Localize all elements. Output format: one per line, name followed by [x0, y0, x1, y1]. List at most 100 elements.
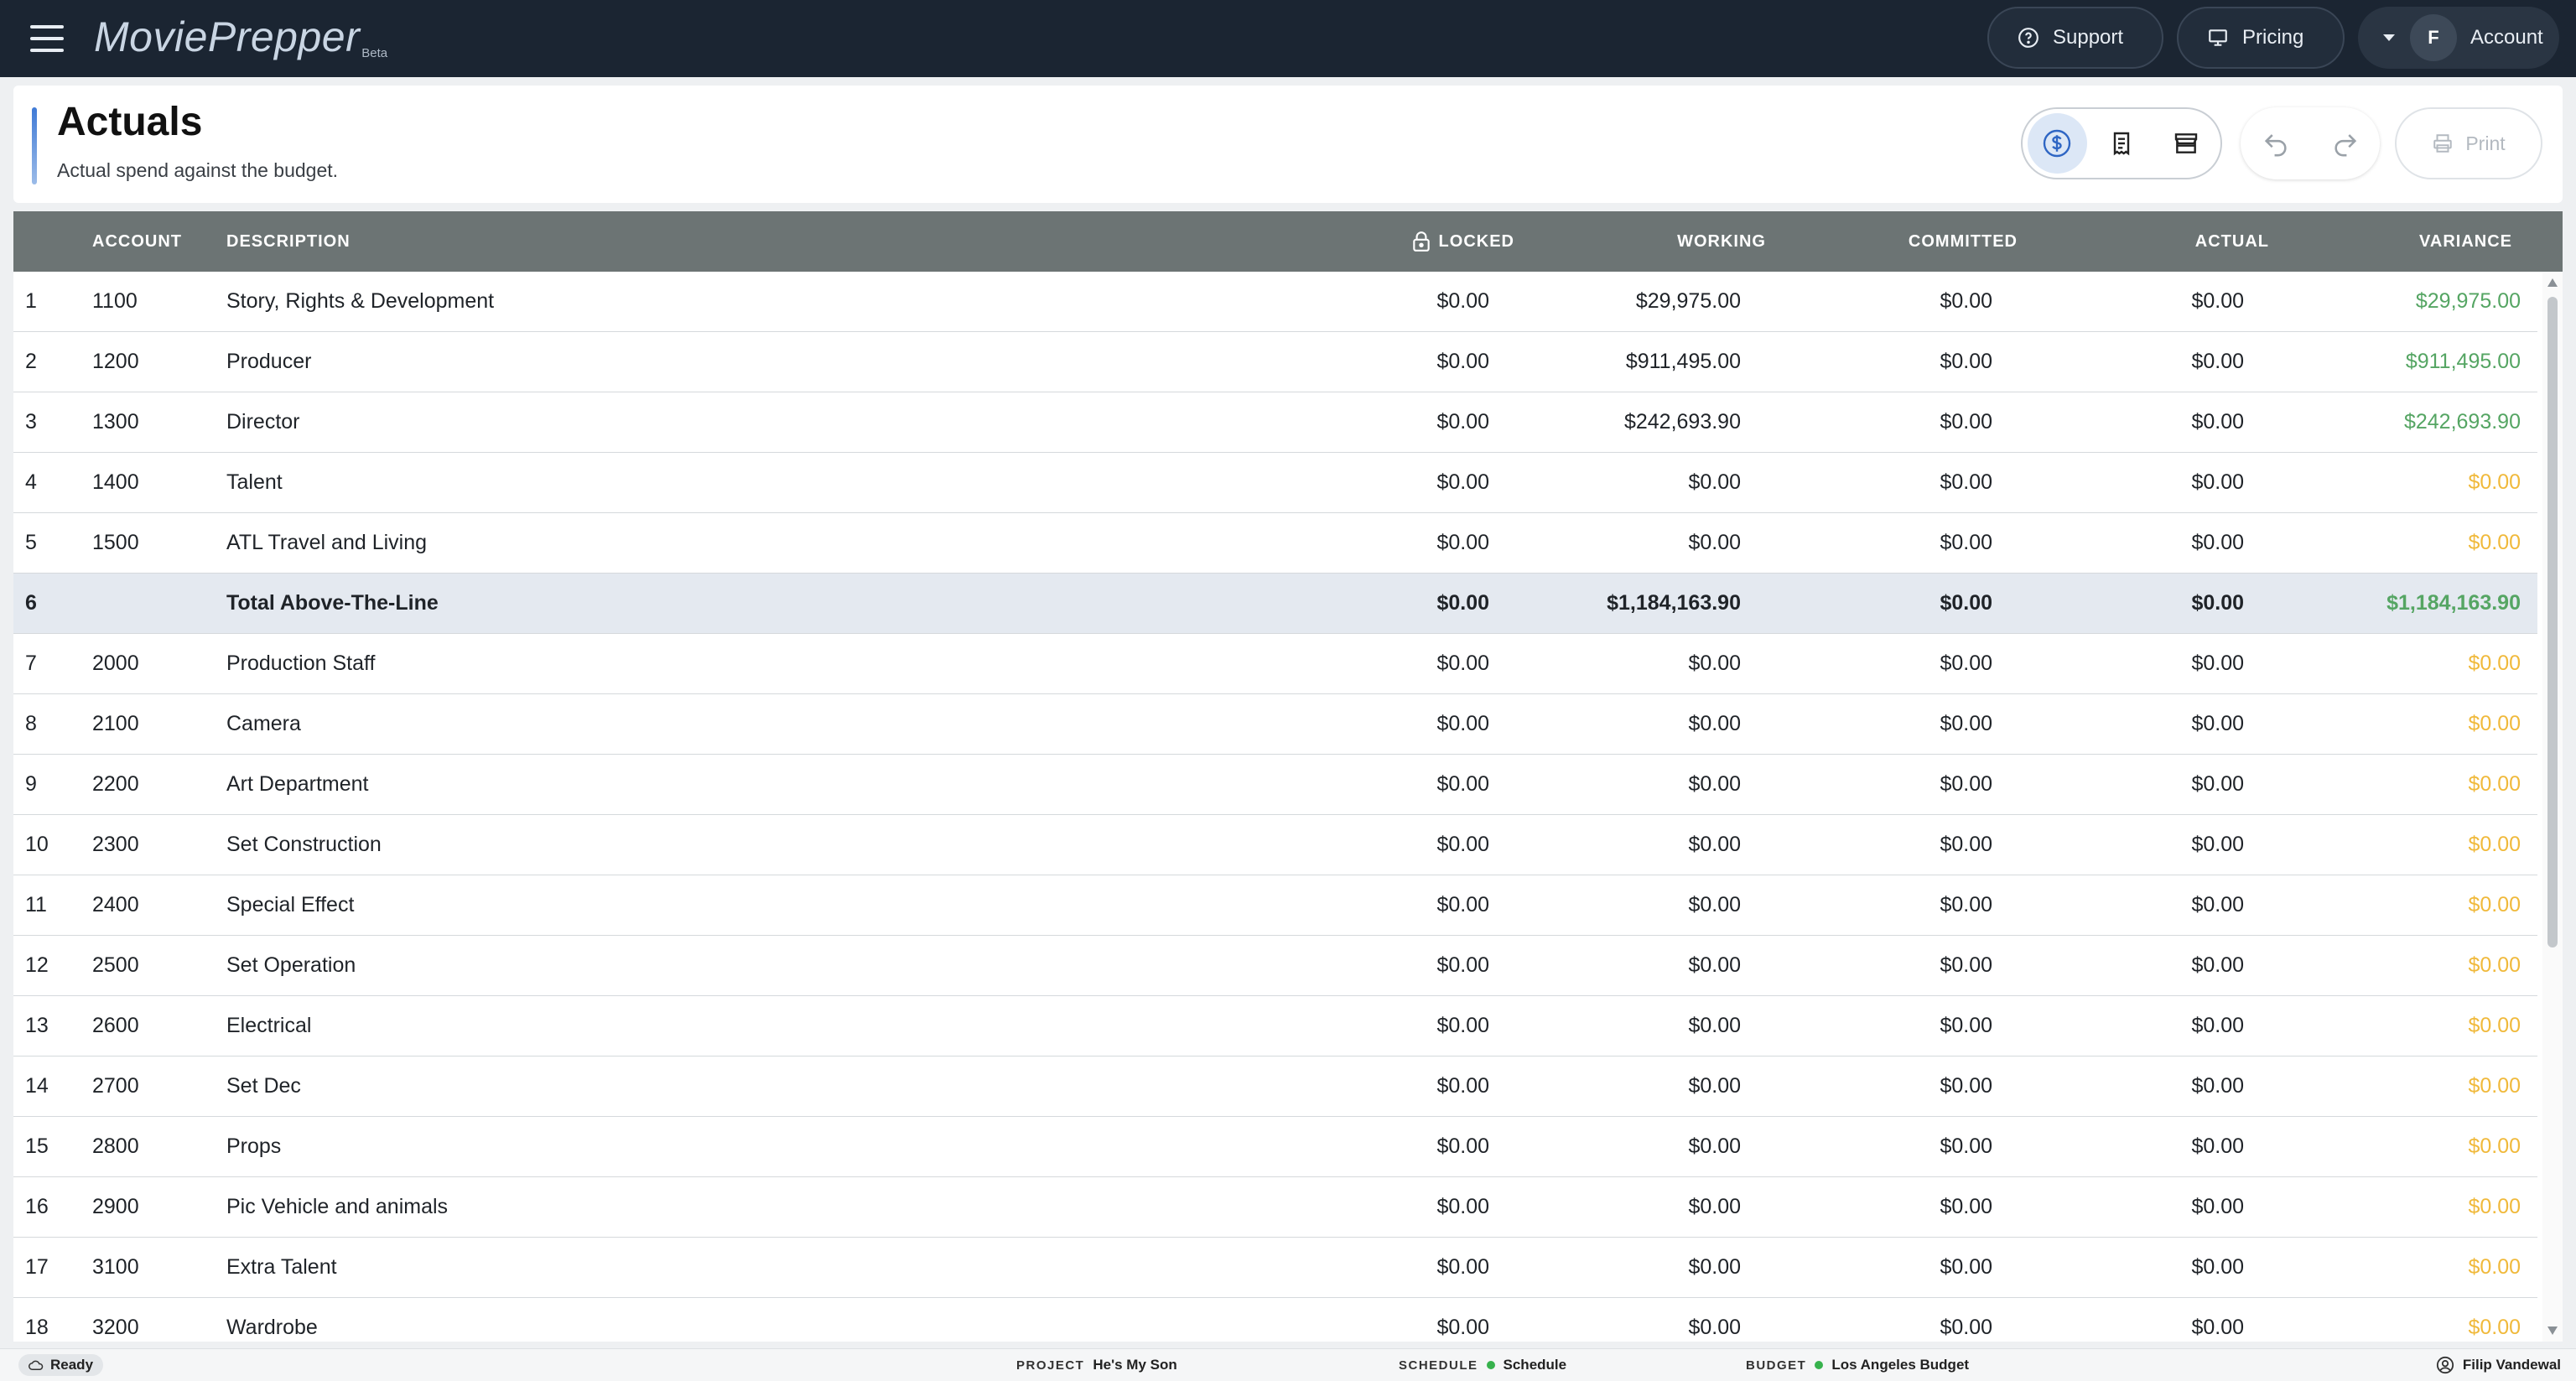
actual-cell[interactable]: $0.00 — [2191, 875, 2244, 935]
working-cell[interactable]: $0.00 — [1688, 875, 1741, 935]
committed-cell[interactable]: $0.00 — [1940, 815, 1992, 875]
undo-icon[interactable] — [2262, 129, 2290, 158]
working-cell[interactable]: $0.00 — [1688, 936, 1741, 995]
working-cell[interactable]: $0.00 — [1688, 1177, 1741, 1237]
variance-cell[interactable]: $911,495.00 — [2406, 332, 2521, 392]
row-number[interactable]: 9 — [25, 755, 37, 814]
column-header-committed[interactable]: COMMITTED — [1909, 211, 2018, 272]
variance-cell[interactable]: $0.00 — [2468, 1177, 2521, 1237]
locked-cell[interactable]: $0.00 — [1436, 332, 1489, 392]
committed-cell[interactable]: $0.00 — [1940, 1057, 1992, 1116]
row-number[interactable]: 5 — [25, 513, 37, 573]
variance-cell[interactable]: $0.00 — [2468, 1057, 2521, 1116]
locked-cell[interactable]: $0.00 — [1436, 815, 1489, 875]
account-cell[interactable]: 2500 — [92, 936, 139, 995]
locked-cell[interactable]: $0.00 — [1436, 1298, 1489, 1342]
variance-cell[interactable]: $29,975.00 — [2416, 272, 2521, 331]
menu-icon[interactable] — [30, 25, 64, 52]
locked-cell[interactable]: $0.00 — [1436, 996, 1489, 1056]
row-number[interactable]: 17 — [25, 1238, 49, 1297]
committed-cell[interactable]: $0.00 — [1940, 272, 1992, 331]
locked-cell[interactable]: $0.00 — [1436, 634, 1489, 693]
status-project[interactable]: PROJECT He's My Son — [1016, 1349, 1177, 1381]
variance-cell[interactable]: $0.00 — [2468, 1238, 2521, 1297]
committed-cell[interactable]: $0.00 — [1940, 1177, 1992, 1237]
pricing-button[interactable]: Pricing — [2177, 7, 2345, 69]
description-cell[interactable]: Total Above-The-Line — [226, 574, 439, 633]
table-row[interactable]: 3 1300 Director $0.00 $242,693.90 $0.00 $0.00 $… — [13, 392, 2537, 453]
variance-cell[interactable]: $0.00 — [2468, 936, 2521, 995]
committed-cell[interactable]: $0.00 — [1940, 634, 1992, 693]
app-logo[interactable]: MoviePrepper Beta — [94, 12, 387, 62]
actual-cell[interactable]: $0.00 — [2191, 936, 2244, 995]
working-cell[interactable]: $0.00 — [1688, 815, 1741, 875]
account-cell[interactable]: 2200 — [92, 755, 139, 814]
committed-cell[interactable]: $0.00 — [1940, 875, 1992, 935]
actual-cell[interactable]: $0.00 — [2191, 453, 2244, 512]
account-cell[interactable]: 3200 — [92, 1298, 139, 1342]
row-number[interactable]: 14 — [25, 1057, 49, 1116]
support-button[interactable]: Support — [1987, 7, 2163, 69]
actual-cell[interactable]: $0.00 — [2191, 815, 2244, 875]
scroll-up-arrow-icon[interactable] — [2547, 278, 2558, 287]
account-menu-button[interactable]: F Account — [2358, 7, 2559, 69]
working-cell[interactable]: $0.00 — [1688, 1298, 1741, 1342]
table-row[interactable]: 4 1400 Talent $0.00 $0.00 $0.00 $0.00 $0.00 — [13, 453, 2537, 513]
description-cell[interactable]: Extra Talent — [226, 1238, 337, 1297]
description-cell[interactable]: Director — [226, 392, 300, 452]
variance-cell[interactable]: $0.00 — [2468, 1298, 2521, 1342]
variance-cell[interactable]: $0.00 — [2468, 694, 2521, 754]
table-row[interactable]: 18 3200 Wardrobe $0.00 $0.00 $0.00 $0.00 $0.00 — [13, 1298, 2537, 1342]
column-header-working[interactable]: WORKING — [1677, 211, 1766, 272]
working-cell[interactable]: $0.00 — [1688, 1117, 1741, 1176]
account-cell[interactable]: 1300 — [92, 392, 139, 452]
row-number[interactable]: 18 — [25, 1298, 49, 1342]
actual-cell[interactable]: $0.00 — [2191, 513, 2244, 573]
row-number[interactable]: 13 — [25, 996, 49, 1056]
receipt-view-toggle[interactable] — [2092, 113, 2152, 174]
description-cell[interactable]: Special Effect — [226, 875, 354, 935]
column-header-account[interactable]: ACCOUNT — [92, 211, 182, 272]
locked-cell[interactable]: $0.00 — [1436, 272, 1489, 331]
table-row[interactable]: 17 3100 Extra Talent $0.00 $0.00 $0.00 $0.00 $0… — [13, 1238, 2537, 1298]
actual-cell[interactable]: $0.00 — [2191, 574, 2244, 633]
account-cell[interactable]: 3100 — [92, 1238, 139, 1297]
actual-cell[interactable]: $0.00 — [2191, 392, 2244, 452]
description-cell[interactable]: Art Department — [226, 755, 369, 814]
dollar-view-toggle[interactable] — [2028, 113, 2087, 174]
committed-cell[interactable]: $0.00 — [1940, 1298, 1992, 1342]
variance-cell[interactable]: $0.00 — [2468, 755, 2521, 814]
locked-cell[interactable]: $0.00 — [1436, 755, 1489, 814]
working-cell[interactable]: $911,495.00 — [1626, 332, 1741, 392]
status-user[interactable]: Filip Vandewal — [2436, 1349, 2561, 1381]
description-cell[interactable]: Wardrobe — [226, 1298, 318, 1342]
table-row[interactable]: 10 2300 Set Construction $0.00 $0.00 $0.00 $0.… — [13, 815, 2537, 875]
variance-cell[interactable]: $242,693.90 — [2404, 392, 2521, 452]
description-cell[interactable]: Set Dec — [226, 1057, 301, 1116]
locked-cell[interactable]: $0.00 — [1436, 574, 1489, 633]
table-row[interactable]: 13 2600 Electrical $0.00 $0.00 $0.00 $0.00 $0.0… — [13, 996, 2537, 1057]
description-cell[interactable]: Story, Rights & Development — [226, 272, 494, 331]
committed-cell[interactable]: $0.00 — [1940, 996, 1992, 1056]
committed-cell[interactable]: $0.00 — [1940, 936, 1992, 995]
working-cell[interactable]: $0.00 — [1688, 513, 1741, 573]
account-cell[interactable]: 2600 — [92, 996, 139, 1056]
variance-cell[interactable]: $0.00 — [2468, 875, 2521, 935]
committed-cell[interactable]: $0.00 — [1940, 1117, 1992, 1176]
table-row[interactable]: 14 2700 Set Dec $0.00 $0.00 $0.00 $0.00 $0.00 — [13, 1057, 2537, 1117]
store-view-toggle[interactable] — [2156, 113, 2215, 174]
working-cell[interactable]: $1,184,163.90 — [1607, 574, 1741, 633]
description-cell[interactable]: ATL Travel and Living — [226, 513, 427, 573]
account-cell[interactable]: 2300 — [92, 815, 139, 875]
status-budget[interactable]: BUDGET Los Angeles Budget — [1746, 1349, 1969, 1381]
description-cell[interactable]: Set Operation — [226, 936, 356, 995]
locked-cell[interactable]: $0.00 — [1436, 1117, 1489, 1176]
variance-cell[interactable]: $0.00 — [2468, 1117, 2521, 1176]
working-cell[interactable]: $0.00 — [1688, 1238, 1741, 1297]
locked-cell[interactable]: $0.00 — [1436, 875, 1489, 935]
account-cell[interactable]: 1500 — [92, 513, 139, 573]
row-number[interactable]: 7 — [25, 634, 37, 693]
row-number[interactable]: 6 — [25, 574, 37, 633]
committed-cell[interactable]: $0.00 — [1940, 453, 1992, 512]
table-row[interactable]: 16 2900 Pic Vehicle and animals $0.00 $0.00 $… — [13, 1177, 2537, 1238]
